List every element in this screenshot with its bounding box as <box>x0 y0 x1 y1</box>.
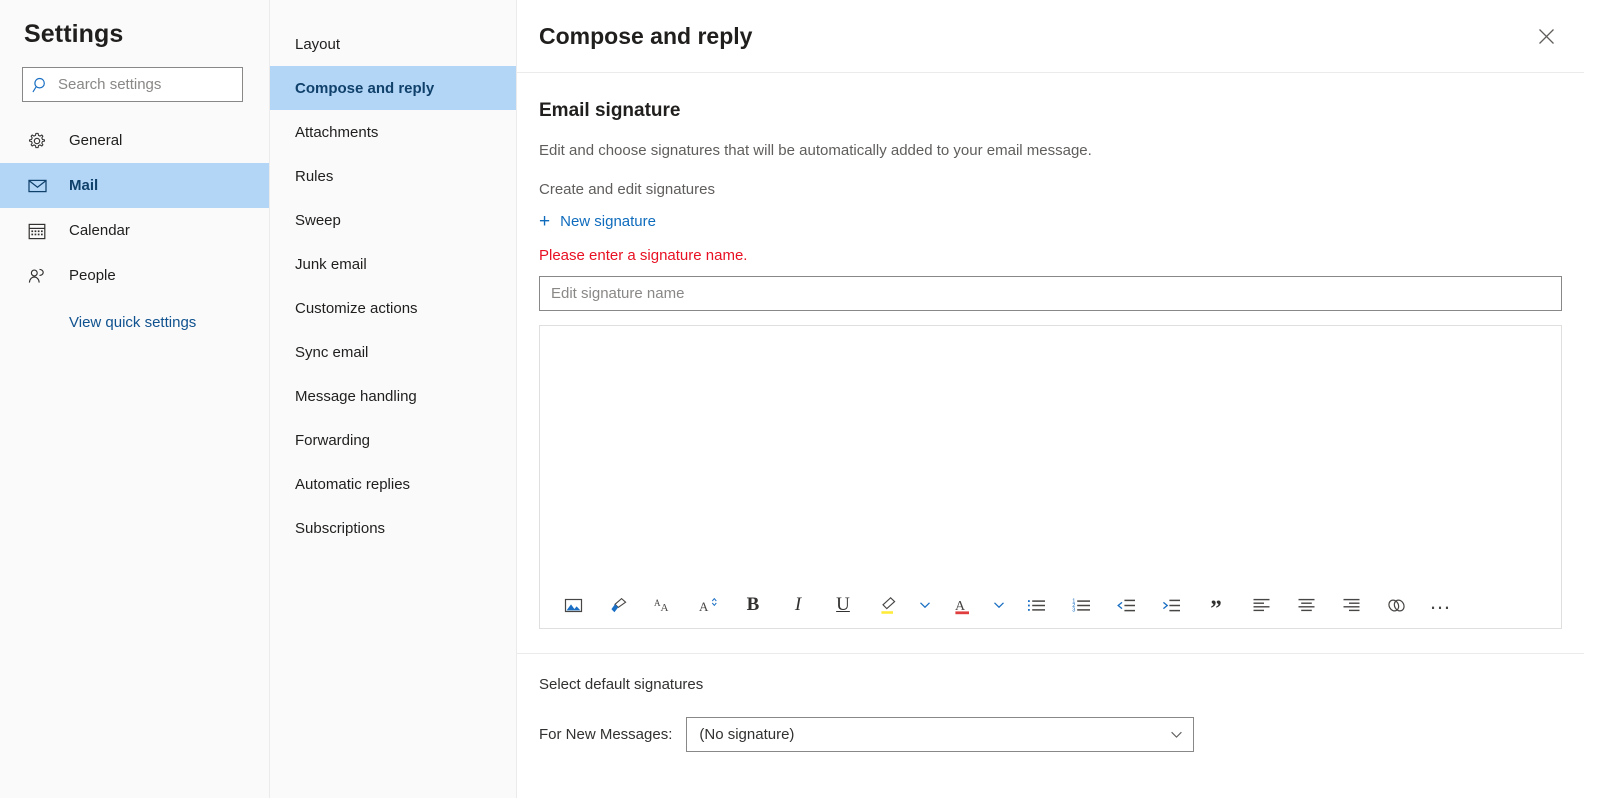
subnav-item-attachments[interactable]: Attachments <box>270 110 516 154</box>
signature-editor: A A A B I U A 1 2 3 ” … <box>539 325 1562 629</box>
bold-button[interactable]: B <box>736 588 770 622</box>
font-color-caret-icon[interactable] <box>990 588 1008 622</box>
gear-icon <box>26 130 48 152</box>
sidebar-item-mail[interactable]: Mail <box>0 163 269 208</box>
svg-text:A: A <box>660 602 668 614</box>
subnav-item-compose-and-reply[interactable]: Compose and reply <box>270 66 516 110</box>
select-default-signatures-heading: Select default signatures <box>539 676 704 693</box>
editor-toolbar: A A A B I U A 1 2 3 ” … <box>540 582 1561 628</box>
view-quick-settings-link[interactable]: View quick settings <box>0 308 269 336</box>
rail-nav: General Mail Calendar People View quick … <box>0 118 269 336</box>
subnav-item-rules[interactable]: Rules <box>270 154 516 198</box>
email-signature-description: Edit and choose signatures that will be … <box>539 142 1092 159</box>
plus-icon: + <box>539 211 551 232</box>
for-new-messages-dropdown[interactable]: (No signature) <box>686 717 1195 752</box>
underline-button[interactable]: U <box>826 588 860 622</box>
subnav-item-subscriptions[interactable]: Subscriptions <box>270 506 516 550</box>
main-pane: Compose and reply Email signature Edit a… <box>517 0 1584 798</box>
align-center-icon[interactable] <box>1289 588 1323 622</box>
font-size-icon[interactable]: A A <box>646 588 680 622</box>
decrease-indent-icon[interactable] <box>1109 588 1143 622</box>
new-signature-label: New signature <box>560 213 656 230</box>
email-signature-heading: Email signature <box>539 100 681 121</box>
for-new-messages-label: For New Messages: <box>539 726 673 743</box>
quote-button[interactable]: ” <box>1199 588 1233 622</box>
sidebar-item-calendar[interactable]: Calendar <box>0 208 269 253</box>
subnav-item-layout[interactable]: Layout <box>270 22 516 66</box>
sidebar-item-general[interactable]: General <box>0 118 269 163</box>
calendar-icon <box>26 220 48 242</box>
sidebar-item-people[interactable]: People <box>0 253 269 298</box>
signature-name-input[interactable] <box>539 276 1562 311</box>
vertical-scrollbar[interactable] <box>1584 0 1600 798</box>
highlight-caret-icon[interactable] <box>916 588 934 622</box>
create-and-edit-label: Create and edit signatures <box>539 181 715 198</box>
subnav-item-forwarding[interactable]: Forwarding <box>270 418 516 462</box>
search-icon <box>31 75 51 95</box>
bulleted-list-icon[interactable] <box>1019 588 1053 622</box>
sidebar-item-label: General <box>69 132 123 149</box>
highlight-icon[interactable] <box>871 588 905 622</box>
numbered-list-icon[interactable]: 123 <box>1064 588 1098 622</box>
format-painter-icon[interactable] <box>601 588 635 622</box>
align-left-icon[interactable] <box>1244 588 1278 622</box>
signature-name-error: Please enter a signature name. <box>539 247 748 264</box>
subnav-item-sync-email[interactable]: Sync email <box>270 330 516 374</box>
sidebar-item-label: Mail <box>69 177 99 194</box>
sidebar-item-label: Calendar <box>69 222 130 239</box>
main-body: Email signature Edit and choose signatur… <box>517 73 1584 798</box>
subnav-item-automatic-replies[interactable]: Automatic replies <box>270 462 516 506</box>
mail-category-nav: Layout Compose and reply Attachments Rul… <box>270 0 517 798</box>
svg-text:A: A <box>699 599 709 614</box>
main-header: Compose and reply <box>517 0 1584 73</box>
section-divider <box>517 653 1584 654</box>
for-new-messages-row: For New Messages: (No signature) <box>539 717 1562 752</box>
page-title: Settings <box>24 20 124 48</box>
settings-rail: Settings General <box>0 0 270 798</box>
more-options-button[interactable]: … <box>1424 588 1458 622</box>
signature-body-editor[interactable] <box>540 326 1561 582</box>
settings-window: Settings General <box>0 0 1600 798</box>
chevron-down-icon <box>1170 728 1183 741</box>
increase-indent-icon[interactable] <box>1154 588 1188 622</box>
envelope-icon <box>26 175 48 197</box>
insert-picture-icon[interactable] <box>556 588 590 622</box>
search-settings-box[interactable] <box>22 67 257 102</box>
search-input[interactable] <box>58 76 257 93</box>
insert-link-icon[interactable] <box>1379 588 1413 622</box>
sidebar-item-label: People <box>69 267 116 284</box>
subnav-item-junk-email[interactable]: Junk email <box>270 242 516 286</box>
new-signature-button[interactable]: + New signature <box>539 212 656 231</box>
for-new-messages-value: (No signature) <box>699 726 795 743</box>
svg-text:3: 3 <box>1072 607 1075 613</box>
subnav-item-customize-actions[interactable]: Customize actions <box>270 286 516 330</box>
italic-button[interactable]: I <box>781 588 815 622</box>
close-icon[interactable] <box>1526 16 1566 56</box>
people-icon <box>26 265 48 287</box>
subnav-item-sweep[interactable]: Sweep <box>270 198 516 242</box>
align-right-icon[interactable] <box>1334 588 1368 622</box>
font-color-icon[interactable]: A <box>945 588 979 622</box>
subnav-item-message-handling[interactable]: Message handling <box>270 374 516 418</box>
grow-font-icon[interactable]: A <box>691 588 725 622</box>
main-title: Compose and reply <box>539 22 753 49</box>
